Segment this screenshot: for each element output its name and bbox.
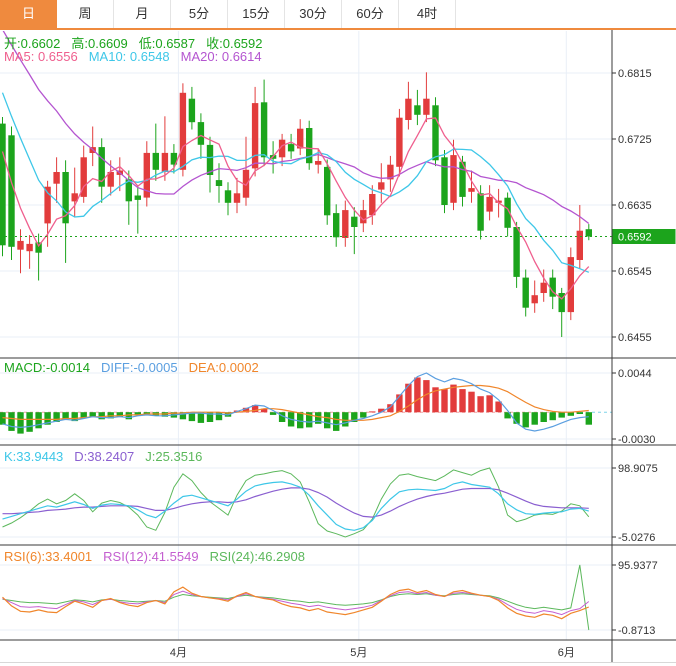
svg-text:0.6725: 0.6725 (618, 134, 652, 146)
x-axis-labels: 4月 5月 6月 (170, 647, 575, 659)
svg-text:98.9075: 98.9075 (618, 463, 658, 475)
svg-text:0.6592: 0.6592 (618, 232, 652, 244)
trading-chart-page: { "app": { "tabs": [ {"label": "日", "act… (0, 0, 676, 666)
svg-text:-5.0276: -5.0276 (618, 532, 655, 544)
axis-labels: 0.6815 0.6725 0.6635 0.6545 0.6455 0.0044 -0.0… (612, 68, 658, 637)
ma-lines-layer (3, 30, 589, 299)
tab-period-1[interactable]: 周 (57, 0, 114, 28)
svg-text:0.0044: 0.0044 (618, 368, 652, 380)
tab-period-3[interactable]: 5分 (171, 0, 228, 28)
tab-period-4[interactable]: 15分 (228, 0, 285, 28)
svg-text:-0.0030: -0.0030 (618, 434, 655, 446)
svg-text:4月: 4月 (170, 647, 187, 659)
macd-histogram-layer (0, 373, 592, 434)
svg-text:0.6545: 0.6545 (618, 266, 652, 278)
chart-canvas[interactable]: 0.6815 0.6725 0.6635 0.6545 0.6455 0.0044 -0.0… (0, 0, 676, 666)
svg-text:0.6635: 0.6635 (618, 200, 652, 212)
svg-text:0.6815: 0.6815 (618, 68, 652, 80)
current-price-badge: 0.6592 (613, 229, 676, 244)
kdj-lines-layer (3, 468, 589, 537)
period-tab-bar: 日周月5分15分30分60分4时 (0, 0, 676, 30)
tab-period-6[interactable]: 60分 (342, 0, 399, 28)
svg-text:6月: 6月 (558, 647, 575, 659)
panel-dividers (0, 30, 676, 663)
svg-text:95.9377: 95.9377 (618, 560, 658, 572)
svg-text:0.6455: 0.6455 (618, 332, 652, 344)
tab-period-5[interactable]: 30分 (285, 0, 342, 28)
svg-text:5月: 5月 (350, 647, 367, 659)
tab-period-2[interactable]: 月 (114, 0, 171, 28)
rsi-lines-layer (3, 565, 589, 630)
svg-text:-0.8713: -0.8713 (618, 625, 655, 637)
grid-layer (0, 31, 612, 640)
tab-period-0[interactable]: 日 (0, 0, 57, 28)
tab-period-7[interactable]: 4时 (399, 0, 456, 28)
